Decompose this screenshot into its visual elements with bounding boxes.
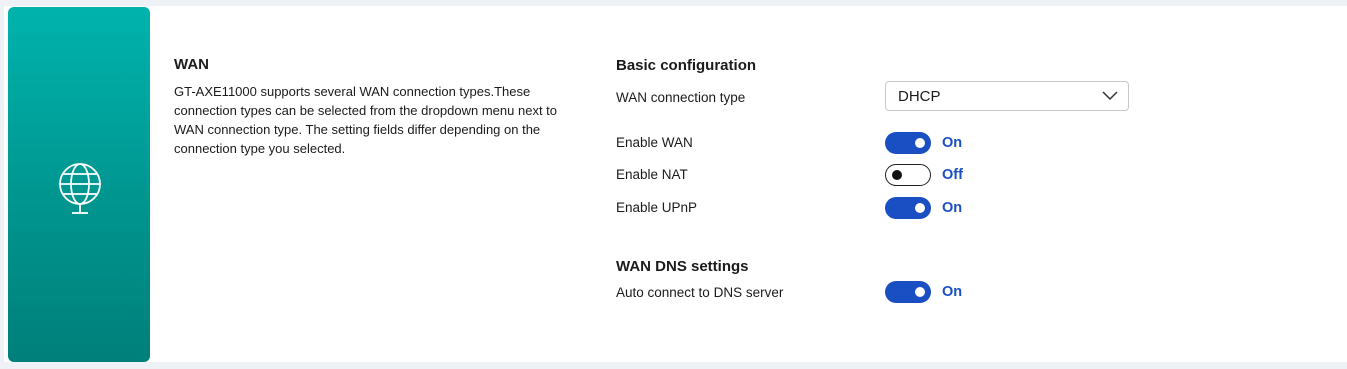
wan-connection-type-select[interactable]: DHCP: [885, 81, 1129, 111]
toggle-knob: [892, 170, 902, 180]
enable-nat-label: Enable NAT: [616, 167, 688, 182]
wan-description: GT-AXE11000 supports several WAN connect…: [174, 84, 558, 156]
enable-upnp-label: Enable UPnP: [616, 200, 698, 215]
wan-dns-settings-heading: WAN DNS settings: [616, 258, 749, 275]
chevron-down-icon: [1102, 91, 1118, 101]
toggle-knob: [915, 287, 925, 297]
enable-wan-state: On: [942, 135, 963, 151]
auto-connect-dns-label: Auto connect to DNS server: [616, 285, 784, 300]
enable-wan-label: Enable WAN: [616, 135, 693, 150]
enable-upnp-state: On: [942, 200, 963, 216]
basic-configuration-heading: Basic configuration: [616, 57, 757, 74]
enable-upnp-toggle[interactable]: [885, 197, 931, 219]
globe-icon: [59, 163, 101, 214]
section-heading-wan: WAN: [174, 56, 209, 73]
wan-connection-type-label: WAN connection type: [616, 90, 746, 105]
enable-nat-state: Off: [942, 167, 963, 183]
toggle-knob: [915, 203, 925, 213]
wan-connection-type-value: DHCP: [898, 88, 941, 105]
enable-nat-toggle[interactable]: [885, 164, 931, 186]
auto-connect-dns-toggle[interactable]: [885, 281, 931, 303]
auto-connect-dns-state: On: [942, 284, 963, 300]
wan-icon-panel: [8, 7, 150, 362]
enable-wan-toggle[interactable]: [885, 132, 931, 154]
toggle-knob: [915, 138, 925, 148]
